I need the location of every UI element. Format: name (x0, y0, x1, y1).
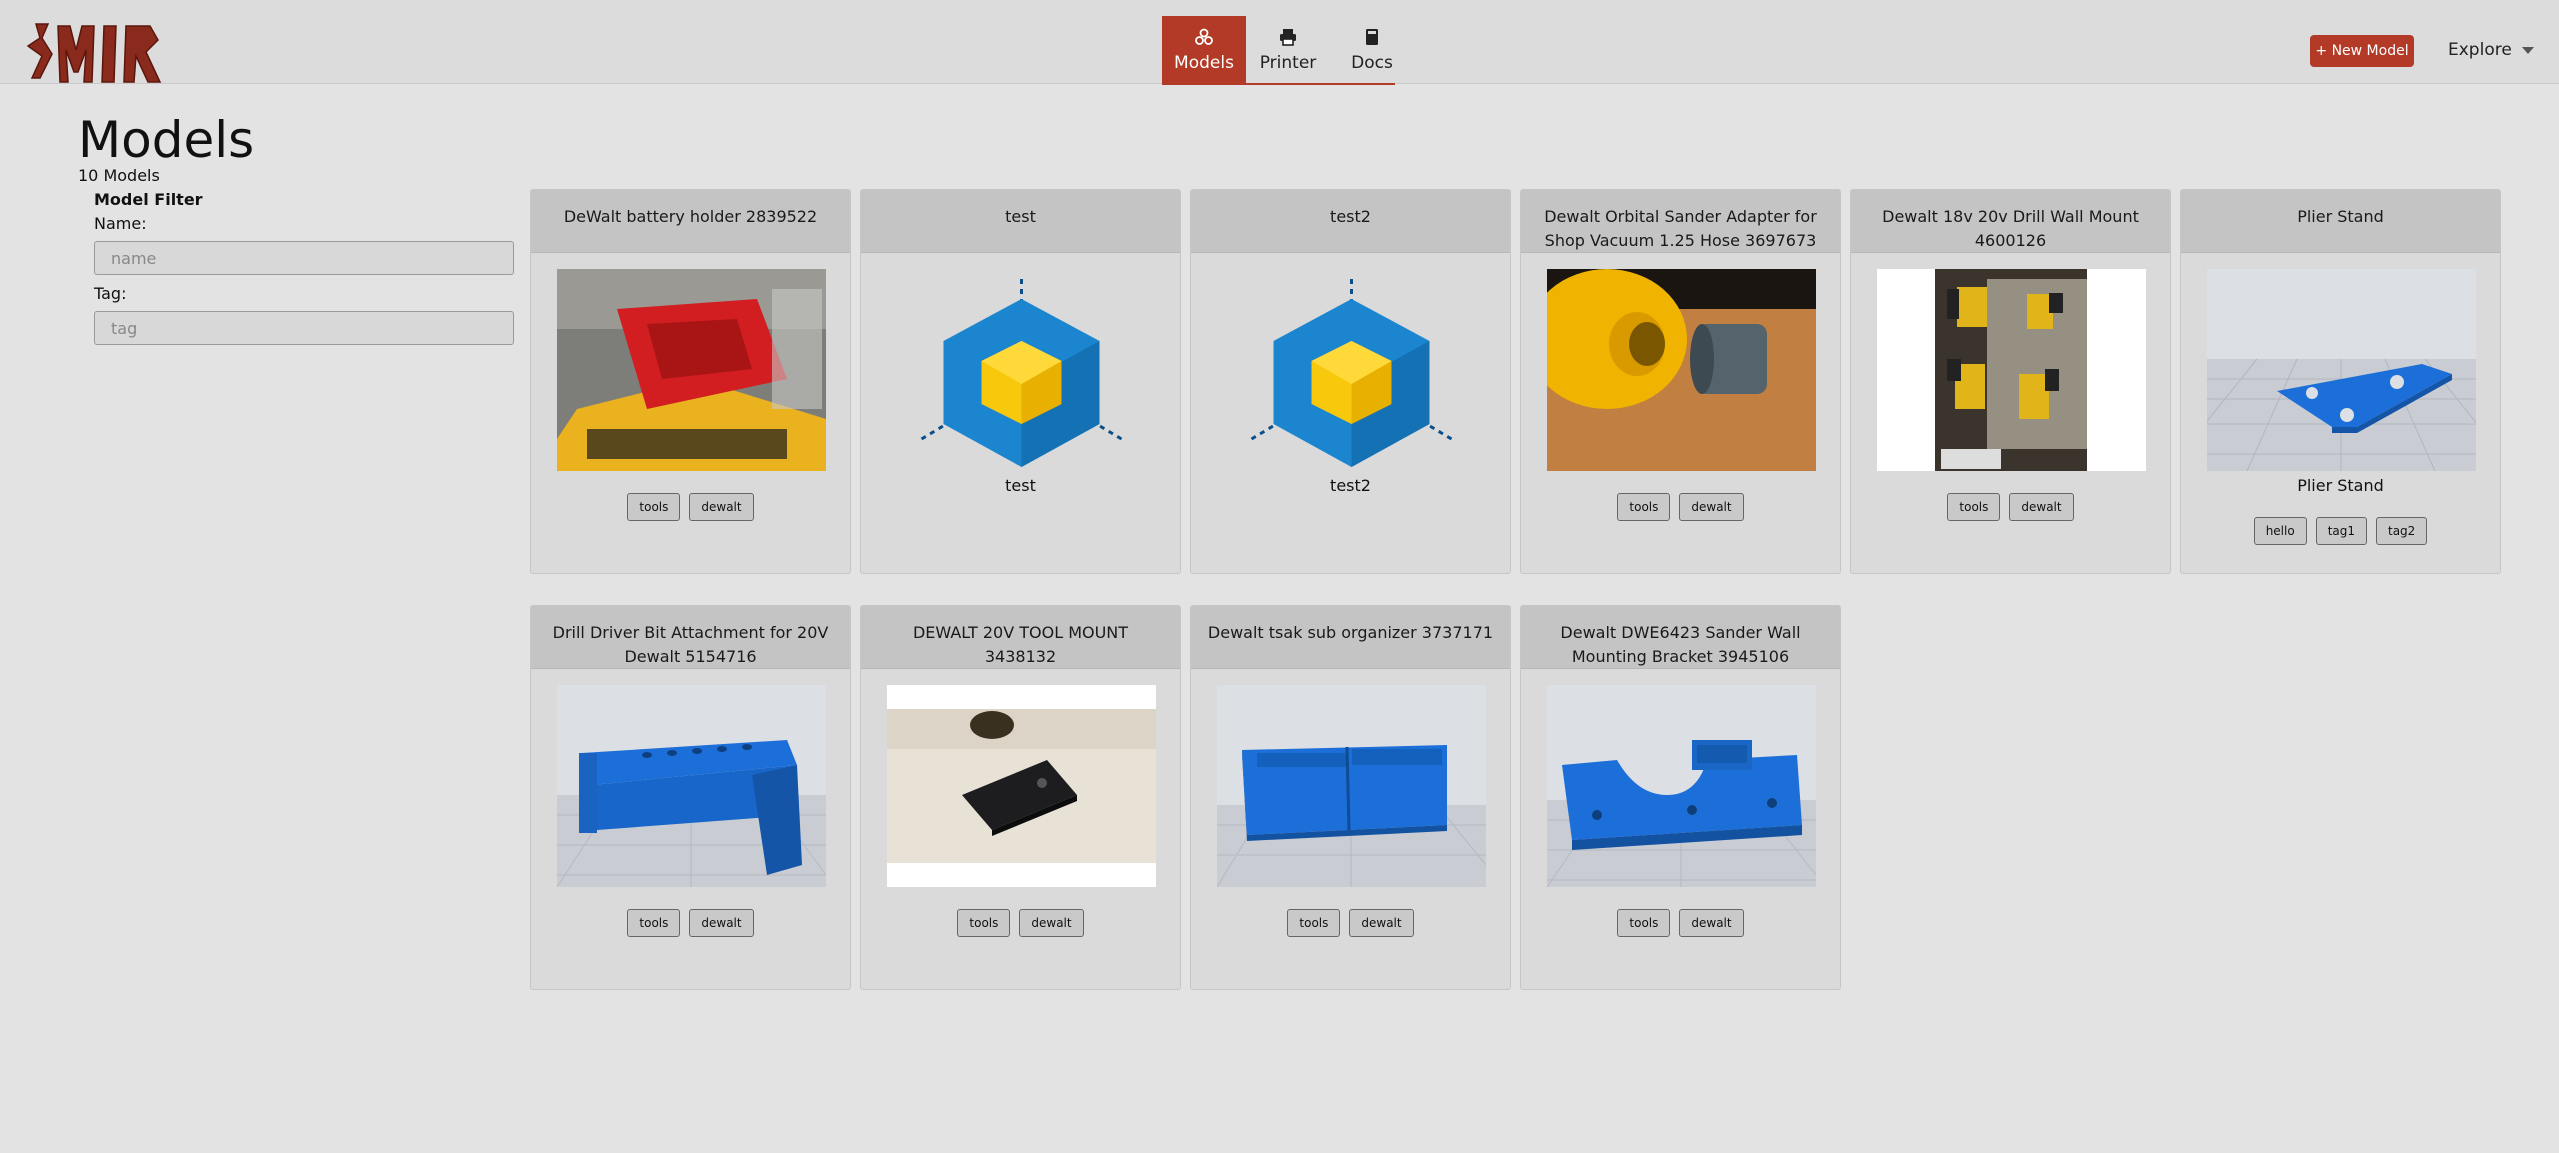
page-title: Models (78, 111, 255, 169)
tag-chip[interactable]: tools (627, 909, 681, 937)
nav-tab-printer-label: Printer (1259, 53, 1317, 73)
tag-list: tools dewalt (531, 493, 850, 521)
tag-chip[interactable]: hello (2253, 517, 2307, 545)
tag-list: tools dewalt (1191, 909, 1510, 937)
tag-chip[interactable]: tools (1617, 493, 1671, 521)
model-count: 10 Models (78, 166, 160, 185)
explore-dropdown[interactable]: Explore (2448, 38, 2534, 62)
model-card[interactable]: Dewalt Orbital Sander Adapter for Shop V… (1520, 189, 1841, 574)
tag-list: tools dewalt (531, 909, 850, 937)
model-card-title[interactable]: DeWalt battery holder 2839522 (531, 190, 850, 253)
model-card-title[interactable]: Dewalt Orbital Sander Adapter for Shop V… (1521, 190, 1840, 253)
model-caption: test (1005, 476, 1036, 495)
nav-tab-models-label: Models (1174, 53, 1234, 73)
tag-chip[interactable]: tools (957, 909, 1011, 937)
model-card[interactable]: DeWalt battery holder 2839522 tools dewa… (530, 189, 851, 574)
tag-chip[interactable]: tools (627, 493, 681, 521)
chevron-down-icon (2521, 46, 2534, 54)
nav-tab-models[interactable]: Models (1162, 16, 1246, 84)
model-card[interactable]: Plier Stand Plier Stand hello tag1 tag2 (2180, 189, 2501, 574)
tag-chip[interactable]: dewalt (689, 909, 754, 937)
model-thumbnail[interactable] (2207, 269, 2476, 471)
model-card[interactable]: Dewalt tsak sub organizer 3737171 tools … (1190, 605, 1511, 990)
tag-chip[interactable]: dewalt (689, 493, 754, 521)
tag-chip[interactable]: dewalt (1019, 909, 1084, 937)
model-card-title[interactable]: Dewalt tsak sub organizer 3737171 (1191, 606, 1510, 669)
placeholder-cube-icon[interactable] (887, 269, 1156, 471)
tag-list: tools dewalt (1521, 909, 1840, 937)
tag-list: tools dewalt (1851, 493, 2170, 521)
tag-chip[interactable]: dewalt (2009, 493, 2074, 521)
model-card-title[interactable]: DEWALT 20V TOOL MOUNT 3438132 (861, 606, 1180, 669)
tag-list: tools dewalt (1521, 493, 1840, 521)
app-logo[interactable] (18, 16, 168, 86)
tag-filter-input[interactable] (94, 311, 514, 345)
model-card-title[interactable]: Dewalt 18v 20v Drill Wall Mount 4600126 (1851, 190, 2170, 253)
model-caption: Plier Stand (2297, 476, 2384, 495)
top-navbar: Models Printer Docs + New Model Explore (0, 0, 2559, 86)
tag-chip[interactable]: dewalt (1349, 909, 1414, 937)
nav-underline (1162, 83, 1395, 85)
model-filter-title: Model Filter (94, 190, 203, 209)
model-card-title[interactable]: test (861, 190, 1180, 253)
tag-list: hello tag1 tag2 (2181, 517, 2500, 545)
main-nav: Models Printer Docs (1162, 16, 1414, 84)
tag-chip[interactable]: tools (1947, 493, 2001, 521)
nav-tab-docs[interactable]: Docs (1330, 16, 1414, 84)
model-card-title[interactable]: Drill Driver Bit Attachment for 20V Dewa… (531, 606, 850, 669)
tag-chip[interactable]: dewalt (1679, 493, 1744, 521)
printer-icon (1280, 29, 1296, 46)
nav-tab-docs-label: Docs (1351, 53, 1393, 73)
placeholder-cube-icon[interactable] (1217, 269, 1486, 471)
model-thumbnail[interactable] (557, 269, 826, 471)
model-card[interactable]: DEWALT 20V TOOL MOUNT 3438132 tools dewa… (860, 605, 1181, 990)
tag-chip[interactable]: tag1 (2315, 517, 2367, 545)
nav-tab-printer[interactable]: Printer (1246, 16, 1330, 84)
model-caption: test2 (1330, 476, 1371, 495)
tag-chip[interactable]: tag2 (2376, 517, 2428, 545)
model-thumbnail[interactable] (887, 685, 1156, 887)
tag-chip[interactable]: dewalt (1679, 909, 1744, 937)
name-filter-label: Name: (94, 214, 147, 233)
model-thumbnail[interactable] (1217, 685, 1486, 887)
model-card[interactable]: Dewalt DWE6423 Sander Wall Mounting Brac… (1520, 605, 1841, 990)
tag-chip[interactable]: tools (1287, 909, 1341, 937)
book-icon (1366, 29, 1378, 45)
model-card[interactable]: test2 test2 (1190, 189, 1511, 574)
model-card[interactable]: Dewalt 18v 20v Drill Wall Mount 4600126 … (1850, 189, 2171, 574)
model-thumbnail[interactable] (557, 685, 826, 887)
name-filter-input[interactable] (94, 241, 514, 275)
model-thumbnail[interactable] (1547, 269, 1816, 471)
tag-filter-label: Tag: (94, 284, 127, 303)
explore-label: Explore (2448, 40, 2512, 60)
tag-list: tools dewalt (861, 909, 1180, 937)
model-thumbnail[interactable] (1877, 269, 2146, 471)
new-model-button[interactable]: + New Model (2310, 35, 2414, 67)
tag-chip[interactable]: tools (1617, 909, 1671, 937)
model-card[interactable]: Drill Driver Bit Attachment for 20V Dewa… (530, 605, 851, 990)
model-thumbnail[interactable] (1547, 685, 1816, 887)
model-card-title[interactable]: Dewalt DWE6423 Sander Wall Mounting Brac… (1521, 606, 1840, 669)
models-icon (1195, 28, 1213, 45)
model-card-title[interactable]: test2 (1191, 190, 1510, 253)
model-card[interactable]: test test (860, 189, 1181, 574)
model-card-title[interactable]: Plier Stand (2181, 190, 2500, 253)
